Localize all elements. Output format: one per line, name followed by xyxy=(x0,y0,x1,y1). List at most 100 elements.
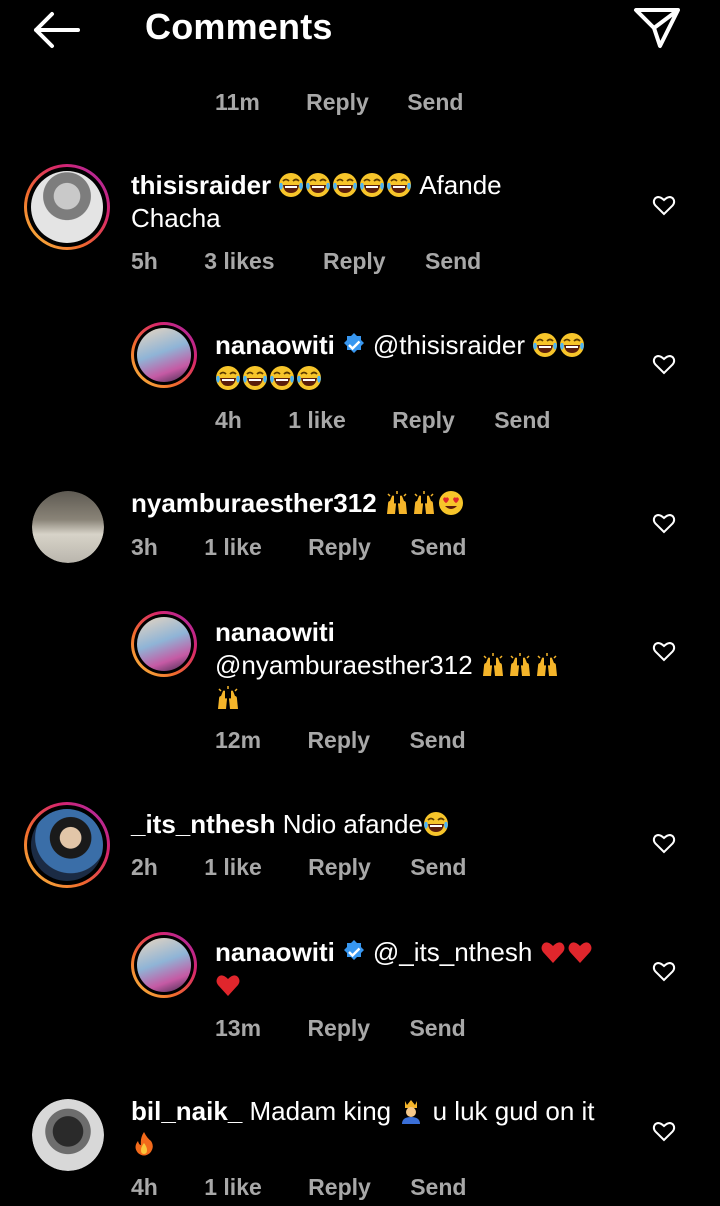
reply-text: nanaowiti @nyamburaesther312 xyxy=(215,616,635,715)
laugh-cry-emoji-icon xyxy=(269,365,295,391)
comment-body: Ndio afande xyxy=(282,809,423,839)
comment-meta: 2h 1 like Reply Send xyxy=(131,854,466,881)
comment-time: 11m xyxy=(215,89,260,115)
prince-emoji-icon xyxy=(398,1098,424,1124)
page-title: Comments xyxy=(145,6,333,47)
red-heart-emoji-icon xyxy=(215,972,241,998)
comment-meta: 11m Reply Send xyxy=(215,89,463,116)
comment-body: Afande xyxy=(419,170,502,200)
comment-meta: 5h 3 likes Reply Send xyxy=(131,248,481,275)
avatar[interactable] xyxy=(131,322,197,388)
comment-meta: 12m Reply Send xyxy=(215,727,466,754)
username[interactable]: nanaowiti xyxy=(215,617,335,647)
like-heart-icon[interactable] xyxy=(652,352,676,376)
raised-hands-emoji-icon xyxy=(384,490,410,516)
header-bar: Comments xyxy=(0,0,720,60)
raised-hands-emoji-icon xyxy=(534,652,560,678)
send-button[interactable]: Send xyxy=(409,727,465,754)
send-button[interactable]: Send xyxy=(410,1174,466,1201)
laugh-cry-emoji-icon xyxy=(423,811,449,837)
laugh-cry-emoji-icon xyxy=(305,172,331,198)
comment-time: 3h xyxy=(131,534,158,560)
comment-time: 4h xyxy=(131,1174,158,1200)
laugh-cry-emoji-icon xyxy=(296,365,322,391)
username[interactable]: _its_nthesh xyxy=(131,809,276,839)
comment-time: 5h xyxy=(131,248,158,274)
comment-body-line2: Chacha xyxy=(131,203,221,233)
likes-count[interactable]: 1 like xyxy=(204,854,262,881)
reply-button[interactable]: Reply xyxy=(307,727,370,754)
raised-hands-emoji-icon xyxy=(411,490,437,516)
laugh-cry-emoji-icon xyxy=(532,332,558,358)
comment-meta: 3h 1 like Reply Send xyxy=(131,534,466,561)
mention-link[interactable]: @thisisraider xyxy=(373,330,525,360)
like-heart-icon[interactable] xyxy=(652,511,676,535)
send-button[interactable]: Send xyxy=(425,248,481,275)
username[interactable]: nanaowiti xyxy=(215,937,335,967)
likes-count[interactable]: 1 like xyxy=(204,534,262,561)
red-heart-emoji-icon xyxy=(540,939,566,965)
like-heart-icon[interactable] xyxy=(652,1119,676,1143)
reply-text: nanaowiti @thisisraider xyxy=(215,329,635,395)
avatar[interactable] xyxy=(131,932,197,998)
back-arrow-icon[interactable] xyxy=(30,8,82,52)
username[interactable]: bil_naik_ xyxy=(131,1096,242,1126)
username[interactable]: nanaowiti xyxy=(215,330,335,360)
comment-body-2: u luk gud on it xyxy=(432,1096,595,1126)
comment-text: _its_nthesh Ndio afande xyxy=(131,808,631,841)
username[interactable]: nyamburaesther312 xyxy=(131,488,377,518)
comment-text: nyamburaesther312 xyxy=(131,487,631,520)
reply-button[interactable]: Reply xyxy=(308,1174,371,1201)
username[interactable]: thisisraider xyxy=(131,170,271,200)
send-button[interactable]: Send xyxy=(409,1015,465,1042)
reply-button[interactable]: Reply xyxy=(307,1015,370,1042)
comment-time: 4h xyxy=(215,407,242,433)
send-button[interactable]: Send xyxy=(494,407,550,434)
mention-link[interactable]: @_its_nthesh xyxy=(373,937,532,967)
comment-time: 13m xyxy=(215,1015,262,1041)
laugh-cry-emoji-icon xyxy=(215,365,241,391)
raised-hands-emoji-icon xyxy=(507,652,533,678)
reply-button[interactable]: Reply xyxy=(308,534,371,561)
raised-hands-emoji-icon xyxy=(480,652,506,678)
comment-time: 2h xyxy=(131,854,158,880)
fire-emoji-icon xyxy=(131,1131,157,1157)
likes-count[interactable]: 1 like xyxy=(204,1174,262,1201)
mention-link[interactable]: @nyamburaesther312 xyxy=(215,650,473,680)
laugh-cry-emoji-icon xyxy=(386,172,412,198)
send-button[interactable]: Send xyxy=(407,89,463,116)
likes-count[interactable]: 1 like xyxy=(288,407,346,434)
avatar[interactable] xyxy=(32,491,104,563)
comment-meta: 13m Reply Send xyxy=(215,1015,466,1042)
send-button[interactable]: Send xyxy=(410,534,466,561)
like-heart-icon[interactable] xyxy=(652,831,676,855)
avatar[interactable] xyxy=(24,802,110,888)
avatar[interactable] xyxy=(131,611,197,677)
heart-eyes-emoji-icon xyxy=(438,490,464,516)
like-heart-icon[interactable] xyxy=(652,639,676,663)
laugh-cry-emoji-icon xyxy=(242,365,268,391)
comment-time: 12m xyxy=(215,727,262,753)
red-heart-emoji-icon xyxy=(567,939,593,965)
verified-badge-icon xyxy=(341,939,367,965)
avatar[interactable] xyxy=(24,164,110,250)
comment-body: Madam king xyxy=(249,1096,392,1126)
comment-meta: 4h 1 like Reply Send xyxy=(131,1174,466,1201)
reply-button[interactable]: Reply xyxy=(306,89,369,116)
raised-hands-emoji-icon xyxy=(215,685,241,711)
laugh-cry-emoji-icon xyxy=(559,332,585,358)
laugh-cry-emoji-icon xyxy=(332,172,358,198)
reply-text: nanaowiti @_its_nthesh xyxy=(215,936,635,1002)
send-direct-icon[interactable] xyxy=(632,4,682,50)
like-heart-icon[interactable] xyxy=(652,959,676,983)
reply-button[interactable]: Reply xyxy=(323,248,386,275)
comment-meta: 4h 1 like Reply Send xyxy=(215,407,550,434)
reply-button[interactable]: Reply xyxy=(308,854,371,881)
comment-text: thisisraider Afande Chacha xyxy=(131,169,631,235)
reply-button[interactable]: Reply xyxy=(392,407,455,434)
comment-text: bil_naik_ Madam king u luk gud on it xyxy=(131,1095,631,1161)
likes-count[interactable]: 3 likes xyxy=(204,248,274,275)
send-button[interactable]: Send xyxy=(410,854,466,881)
like-heart-icon[interactable] xyxy=(652,193,676,217)
avatar[interactable] xyxy=(32,1099,104,1171)
